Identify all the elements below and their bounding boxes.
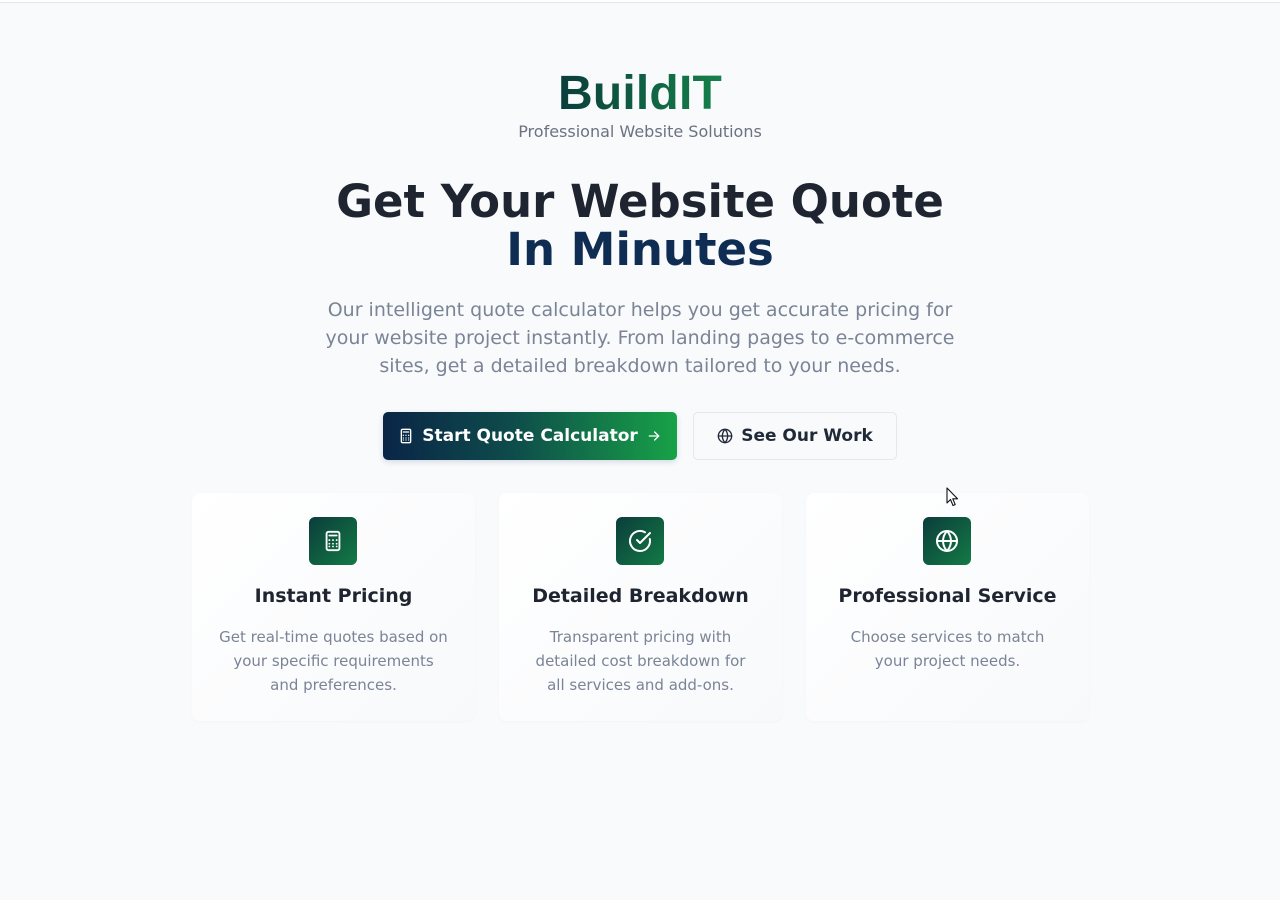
see-our-work-label: See Our Work xyxy=(741,426,873,446)
feature-card-instant-pricing: Instant Pricing Get real-time quotes bas… xyxy=(192,493,475,721)
feature-title: Instant Pricing xyxy=(254,585,413,607)
brand-logo[interactable]: BuildIT xyxy=(558,66,722,122)
brand-header: BuildIT Professional Website Solutions xyxy=(0,66,1280,142)
hero-title-line1: Get Your Website Quote xyxy=(336,175,944,228)
start-quote-calculator-button[interactable]: Start Quote Calculator xyxy=(383,412,677,460)
see-our-work-button[interactable]: See Our Work xyxy=(693,412,897,460)
hero-title-line2: In Minutes xyxy=(506,223,774,276)
calculator-icon xyxy=(398,428,414,444)
feature-description: Transparent pricing with detailed cost b… xyxy=(535,628,746,694)
globe-icon xyxy=(717,428,733,444)
hero-description: Our intelligent quote calculator helps y… xyxy=(325,299,955,377)
feature-description: Get real-time quotes based on your speci… xyxy=(219,628,448,694)
hero-actions: Start Quote Calculator See Our Work xyxy=(383,412,897,460)
mouse-pointer-icon xyxy=(946,487,960,507)
feature-description: Choose services to match your project ne… xyxy=(850,628,1045,670)
arrow-right-icon xyxy=(646,428,662,444)
globe-icon xyxy=(923,517,971,565)
feature-cards: Instant Pricing Get real-time quotes bas… xyxy=(192,493,1089,721)
feature-card-professional-service: Professional Service Choose services to … xyxy=(806,493,1089,721)
calculator-icon xyxy=(309,517,357,565)
feature-card-detailed-breakdown: Detailed Breakdown Transparent pricing w… xyxy=(499,493,782,721)
start-quote-calculator-label: Start Quote Calculator xyxy=(422,426,638,446)
feature-title: Detailed Breakdown xyxy=(532,585,749,607)
hero-title: Get Your Website Quote In Minutes xyxy=(0,178,1280,274)
feature-title: Professional Service xyxy=(838,585,1057,607)
brand-tagline: Professional Website Solutions xyxy=(518,122,762,141)
check-circle-icon xyxy=(616,517,664,565)
top-border xyxy=(0,0,1280,3)
